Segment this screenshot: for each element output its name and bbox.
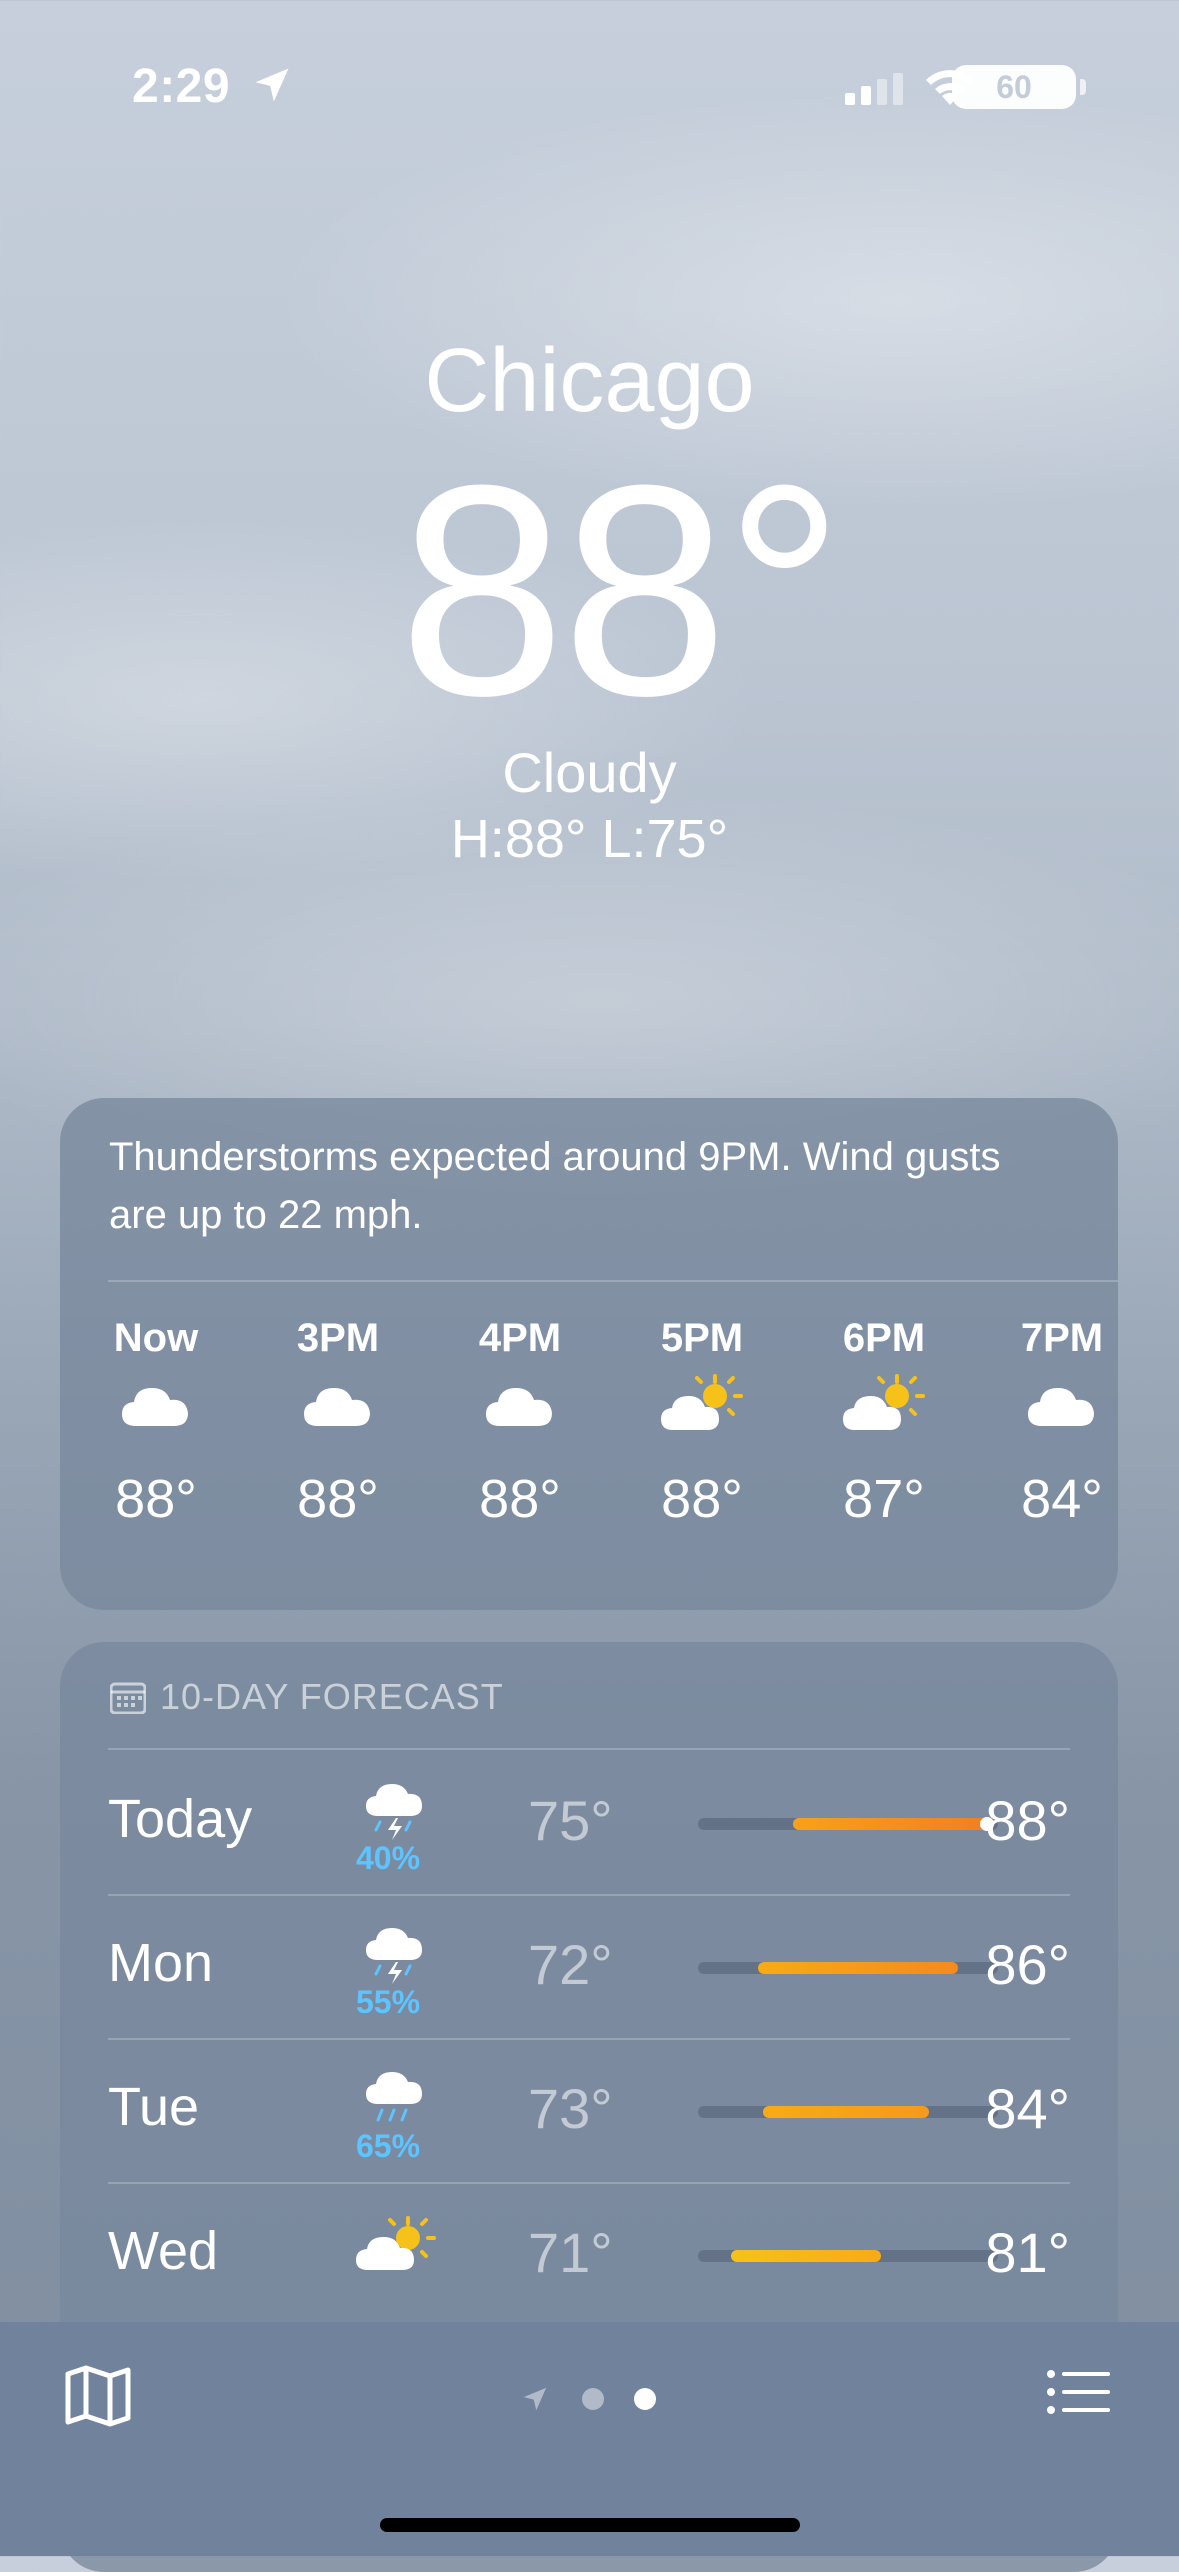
hour-item: 7PM 84° bbox=[1002, 1316, 1118, 1530]
partly-sunny-icon bbox=[356, 2216, 436, 2270]
list-icon[interactable] bbox=[1046, 2368, 1110, 2416]
hour-temp: 88° bbox=[661, 1469, 743, 1529]
forecast-title: 10-DAY FORECAST bbox=[160, 1676, 504, 1717]
hour-item: Now 88° bbox=[96, 1316, 216, 1530]
city-name: Chicago bbox=[424, 331, 755, 431]
hour-item: 6PM 87° bbox=[824, 1316, 944, 1530]
low-temp: 73° bbox=[528, 2077, 613, 2140]
forecast-row-wed[interactable]: Wed 71° 81° bbox=[108, 2182, 1070, 2326]
forecast-row-tue[interactable]: Tue 65% 73° 84° bbox=[108, 2038, 1070, 2182]
cloud-icon bbox=[1028, 1388, 1094, 1426]
forecast-summary: Thunderstorms expected around 9PM. Wind … bbox=[109, 1135, 1001, 1237]
forecast-row-mon[interactable]: Mon 55% 72° 86° bbox=[108, 1894, 1070, 2038]
day-name: Mon bbox=[108, 1933, 214, 1993]
hourly-strip[interactable]: Now 88° 3PM 88° 4PM 88° 5PM 88° 6PM 87° … bbox=[60, 1316, 1118, 1596]
temp-range-fill bbox=[731, 2250, 881, 2262]
precip-chance: 55% bbox=[355, 1984, 421, 2020]
hour-label: 4PM bbox=[478, 1316, 562, 1360]
day-name: Tue bbox=[108, 2077, 200, 2137]
precip-chance: 40% bbox=[355, 1840, 421, 1876]
high-temp: 84° bbox=[985, 2077, 1070, 2140]
hour-label: 6PM bbox=[842, 1316, 926, 1360]
high-temp: 86° bbox=[985, 1933, 1070, 1996]
temp-range-fill bbox=[793, 1818, 993, 1830]
day-name: Today bbox=[108, 1789, 253, 1849]
hour-temp: 88° bbox=[115, 1469, 197, 1529]
partly-sunny-icon bbox=[661, 1374, 743, 1430]
hour-label: 3PM bbox=[296, 1316, 380, 1360]
current-condition: Cloudy bbox=[502, 741, 677, 804]
low-temp: 72° bbox=[528, 1933, 613, 1996]
battery-icon: 60 bbox=[952, 65, 1086, 109]
battery-level: 60 bbox=[996, 69, 1032, 105]
hour-label: Now bbox=[113, 1316, 199, 1360]
hour-label: 7PM bbox=[1020, 1316, 1104, 1360]
temp-range-fill bbox=[763, 2106, 929, 2118]
temp-range-fill bbox=[758, 1962, 958, 1974]
home-indicator[interactable] bbox=[380, 2518, 800, 2532]
cloud-icon bbox=[304, 1388, 370, 1426]
cloud-icon bbox=[486, 1388, 552, 1426]
forecast-row-today[interactable]: Today 40% 75° 88° bbox=[108, 1750, 1070, 1894]
high-temp: 88° bbox=[985, 1789, 1070, 1852]
status-bar: 2:29 60 bbox=[0, 55, 1179, 115]
low-temp: 71° bbox=[528, 2221, 613, 2284]
calendar-icon bbox=[110, 1682, 146, 1714]
bottom-toolbar bbox=[0, 2322, 1179, 2556]
divider bbox=[108, 1280, 1118, 1282]
current-temperature: 88° bbox=[398, 422, 845, 758]
hour-temp: 87° bbox=[843, 1469, 925, 1529]
high-low: H:88° L:75° bbox=[450, 809, 729, 869]
page-dot-icon bbox=[582, 2388, 604, 2410]
cloud-icon bbox=[122, 1388, 188, 1426]
page-indicator[interactable] bbox=[520, 2378, 680, 2418]
temp-range-bar bbox=[698, 1962, 998, 1974]
hour-item: 5PM 88° bbox=[642, 1316, 762, 1530]
status-time: 2:29 bbox=[132, 60, 231, 113]
hourly-forecast-card[interactable]: Thunderstorms expected around 9PM. Wind … bbox=[60, 1098, 1118, 1610]
temp-range-bar bbox=[698, 2106, 998, 2118]
partly-sunny-icon bbox=[843, 1374, 925, 1430]
location-page-indicator-icon bbox=[523, 2387, 547, 2411]
map-icon[interactable] bbox=[64, 2364, 132, 2428]
temp-range-bar bbox=[698, 1817, 998, 1831]
precip-chance: 65% bbox=[355, 2128, 421, 2164]
hour-label: 5PM bbox=[660, 1316, 744, 1360]
temp-range-bar bbox=[698, 2250, 998, 2262]
low-temp: 75° bbox=[528, 1789, 613, 1852]
hour-item: 4PM 88° bbox=[460, 1316, 580, 1530]
hour-item: 3PM 88° bbox=[278, 1316, 398, 1530]
hour-temp: 88° bbox=[297, 1469, 379, 1529]
day-name: Wed bbox=[108, 2221, 219, 2281]
high-temp: 81° bbox=[985, 2221, 1070, 2284]
hour-temp: 88° bbox=[479, 1469, 561, 1529]
cellular-signal-icon bbox=[845, 73, 903, 105]
hour-temp: 84° bbox=[1021, 1469, 1103, 1529]
location-arrow-icon bbox=[255, 68, 289, 102]
page-dot-icon bbox=[634, 2388, 656, 2410]
